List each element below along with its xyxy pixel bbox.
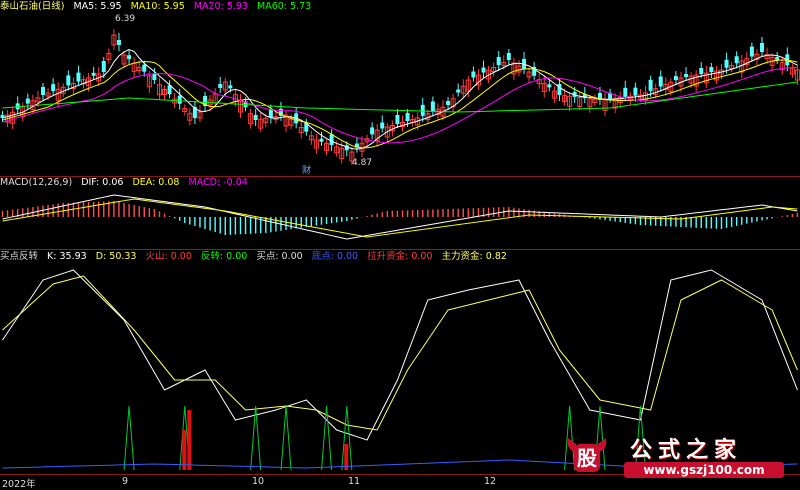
candle-body (41, 87, 46, 95)
candle-body (91, 72, 96, 76)
candle-body (177, 95, 182, 104)
candle-body (218, 84, 223, 88)
candle-body (142, 64, 147, 72)
candle-body (51, 84, 56, 92)
macd-value: MACD: -0.04 (188, 177, 248, 188)
candle-body (633, 87, 638, 96)
candle-body (268, 109, 273, 118)
jiedian-value: 底点: 0.00 (311, 251, 359, 262)
k-line (2, 269, 798, 441)
candle-body (253, 115, 258, 120)
ma20-value: MA20: 5.93 (193, 1, 248, 12)
fanzhuan-spike (321, 405, 333, 471)
candle-body (395, 115, 400, 124)
candle-body (699, 68, 704, 74)
dif-value: DIF: 0.06 (81, 177, 124, 188)
huoshan-bar (187, 410, 192, 470)
dea-line (2, 198, 798, 238)
candle-body (405, 113, 410, 121)
ma10-value: MA10: 5.95 (130, 1, 185, 12)
candle-body (481, 67, 486, 73)
huoshan-value: 火山: 0.00 (145, 251, 192, 262)
fanzhuan-spike (280, 405, 292, 471)
watermark-title: 公式之家 (630, 437, 743, 463)
bull-badge-icon: 股 (567, 438, 607, 472)
ma10-line (2, 59, 798, 149)
zhuli-value: 主力资金: 0.82 (441, 251, 507, 262)
stock-name: 泰山石油(日线) (0, 1, 65, 12)
candle-body (623, 87, 628, 97)
candle-body (66, 75, 71, 86)
indicator-title: 买点反转 (0, 251, 39, 262)
ma5-value: MA5: 5.95 (73, 1, 122, 12)
axis-label-sep: 9 (122, 476, 129, 487)
dea-value: DEA: 0.08 (132, 177, 180, 188)
axis-label-oct: 10 (252, 476, 265, 487)
high-price-label: 6.39 (115, 14, 136, 24)
candle-body (430, 101, 435, 112)
low-price-label: 4.87 (352, 158, 373, 168)
candle-body (734, 56, 739, 64)
fanzhuan-value: 反转: 0.00 (200, 251, 248, 262)
candle-body (709, 67, 714, 72)
k-value: K: 35.93 (47, 251, 87, 262)
ma20-line (2, 66, 798, 144)
macd-title: MACD(12,26,9) (0, 177, 73, 188)
candle-body (101, 61, 106, 72)
d-value: D: 50.33 (95, 251, 137, 262)
candle-body (471, 71, 476, 78)
candle-body (76, 72, 81, 82)
ma60-value: MA60: 5.73 (257, 1, 312, 12)
huoshan-bar (182, 430, 187, 470)
candle-body (127, 55, 132, 60)
maidian-value: 买点: 0.00 (256, 251, 303, 262)
price-panel[interactable]: 泰山石油(日线) MA5: 5.95 MA10: 5.95 MA20: 5.93… (0, 0, 800, 176)
fanzhuan-spike (123, 405, 135, 471)
axis-label-nov: 11 (348, 476, 361, 487)
candle-body (456, 89, 461, 93)
d-line (2, 275, 798, 431)
macd-panel[interactable]: MACD(12,26,9) DIF: 0.06 DEA: 0.08 MACD: … (0, 177, 800, 249)
candle-body (759, 43, 764, 52)
panel-divider (0, 249, 800, 250)
candle-body (152, 74, 157, 80)
candle-body (116, 40, 121, 45)
candle-body (547, 84, 552, 88)
candle-body (673, 76, 678, 81)
candle-body (370, 127, 375, 135)
axis-label-dec: 12 (484, 476, 497, 487)
indicator-legend: 买点反转 K: 35.93 D: 50.33 火山: 0.00 反转: 0.00… (0, 251, 513, 263)
candle-body (420, 104, 425, 116)
macd-legend: MACD(12,26,9) DIF: 0.06 DEA: 0.08 MACD: … (0, 177, 254, 189)
candle-body (319, 138, 324, 142)
candle-body (658, 76, 663, 87)
candle-body (446, 101, 451, 105)
watermark-url: www.gszj100.com (624, 462, 784, 478)
price-legend: 泰山石油(日线) MA5: 5.95 MA10: 5.95 MA20: 5.93… (0, 1, 317, 13)
candle-body (775, 57, 780, 60)
candle-body (724, 59, 729, 68)
watermark-logo: 股 公式之家 www.gszj100.com (558, 430, 798, 482)
candle-body (25, 98, 30, 104)
badge-char: 股 (577, 446, 597, 470)
candle-body (749, 46, 754, 57)
candle-body (380, 122, 385, 129)
candle-body (684, 74, 689, 77)
candle-body (496, 57, 501, 65)
candle-body (228, 85, 233, 89)
candle-body (506, 53, 511, 60)
candle-body (329, 134, 334, 146)
candlestick-chart[interactable] (0, 0, 800, 176)
lasheng-value: 拉升资金: 0.00 (367, 251, 433, 262)
event-marker[interactable]: 财 (302, 163, 311, 176)
candle-body (648, 79, 653, 91)
